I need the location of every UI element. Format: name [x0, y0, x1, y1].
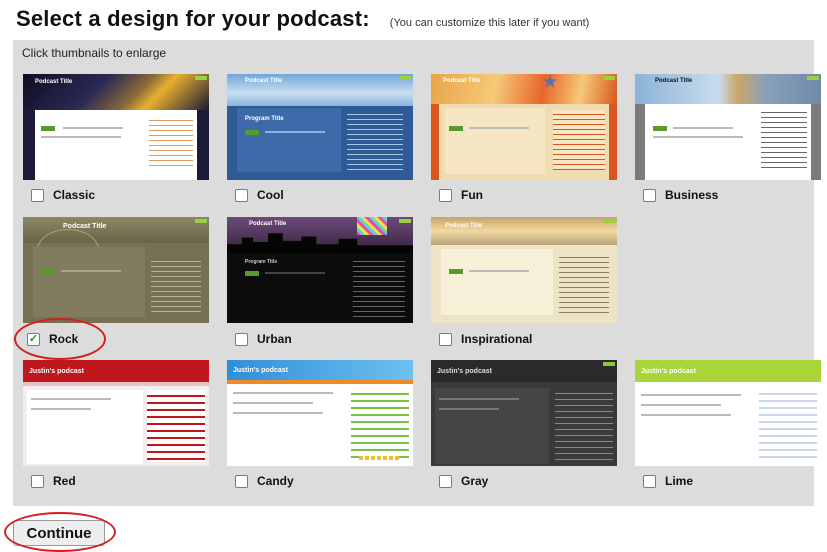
- option-label-lime: Lime: [665, 474, 694, 488]
- design-option-cool[interactable]: Cool: [235, 188, 284, 202]
- option-label-gray: Gray: [461, 474, 489, 488]
- design-option-red[interactable]: Red: [31, 474, 76, 488]
- option-label-red: Red: [53, 474, 76, 488]
- thumbnail-classic[interactable]: Podcast Title: [23, 74, 209, 180]
- page-header: Select a design for your podcast: (You c…: [16, 6, 589, 38]
- option-label-inspirational: Inspirational: [461, 332, 533, 346]
- thumbnail-candy[interactable]: Justin's podcast: [227, 360, 413, 466]
- thumbnail-lime[interactable]: Justin's podcast: [635, 360, 821, 466]
- checkbox-business[interactable]: [643, 188, 656, 202]
- thumb-title: Justin's podcast: [233, 367, 288, 374]
- checkbox-classic[interactable]: [31, 188, 44, 202]
- checkbox-candy[interactable]: [235, 474, 248, 488]
- checkbox-urban[interactable]: [235, 332, 248, 346]
- option-label-cool: Cool: [257, 188, 284, 202]
- checkbox-inspirational[interactable]: [439, 332, 452, 346]
- checkbox-lime[interactable]: [643, 474, 656, 488]
- checkbox-cool[interactable]: [235, 188, 248, 202]
- thumbnail-gray[interactable]: Justin's podcast: [431, 360, 617, 466]
- page-title: Select a design for your podcast:: [16, 6, 370, 31]
- design-option-lime[interactable]: Lime: [643, 474, 693, 488]
- thumb-title: Justin's podcast: [641, 368, 696, 375]
- design-option-gray[interactable]: Gray: [439, 474, 488, 488]
- continue-button[interactable]: Continue: [13, 520, 105, 546]
- option-label-candy: Candy: [257, 474, 294, 488]
- checkbox-fun[interactable]: [439, 188, 452, 202]
- option-label-urban: Urban: [257, 332, 292, 346]
- checkbox-red[interactable]: [31, 474, 44, 488]
- thumbnail-urban[interactable]: Podcast Title Program Title: [227, 217, 413, 323]
- hint-text: Click thumbnails to enlarge: [22, 46, 167, 60]
- thumb-title: Podcast Title: [445, 223, 483, 229]
- option-label-rock: Rock: [49, 332, 79, 346]
- thumbnail-rock[interactable]: Podcast Title: [23, 217, 209, 323]
- thumbnail-red[interactable]: Justin's podcast: [23, 360, 209, 466]
- page-subtitle: (You can customize this later if you wan…: [389, 17, 590, 29]
- design-option-candy[interactable]: Candy: [235, 474, 294, 488]
- thumb-program-title: Program Title: [245, 259, 278, 265]
- checkbox-gray[interactable]: [439, 474, 452, 488]
- design-option-business[interactable]: Business: [643, 188, 718, 202]
- thumb-program-title: Program Title: [245, 116, 284, 122]
- thumbnail-cool[interactable]: Podcast Title Program Title: [227, 74, 413, 180]
- thumb-title: Podcast Title: [35, 79, 73, 85]
- option-label-classic: Classic: [53, 188, 96, 202]
- design-option-rock[interactable]: ✓ Rock: [27, 332, 78, 346]
- thumbnail-fun[interactable]: Podcast Title: [431, 74, 617, 180]
- design-option-fun[interactable]: Fun: [439, 188, 483, 202]
- thumbnail-business[interactable]: Podcast Title: [635, 74, 821, 180]
- option-label-fun: Fun: [461, 188, 483, 202]
- option-label-business: Business: [665, 188, 719, 202]
- thumb-title: Justin's podcast: [29, 368, 84, 375]
- design-option-inspirational[interactable]: Inspirational: [439, 332, 532, 346]
- thumb-title: Podcast Title: [245, 78, 283, 84]
- checkbox-rock[interactable]: ✓: [27, 332, 40, 346]
- thumb-title: Podcast Title: [655, 78, 693, 84]
- thumb-title: Justin's podcast: [437, 368, 492, 375]
- thumb-title: Podcast Title: [443, 78, 481, 84]
- thumb-title: Podcast Title: [249, 221, 287, 227]
- design-option-classic[interactable]: Classic: [31, 188, 95, 202]
- thumbnail-inspirational[interactable]: Podcast Title: [431, 217, 617, 323]
- design-option-urban[interactable]: Urban: [235, 332, 292, 346]
